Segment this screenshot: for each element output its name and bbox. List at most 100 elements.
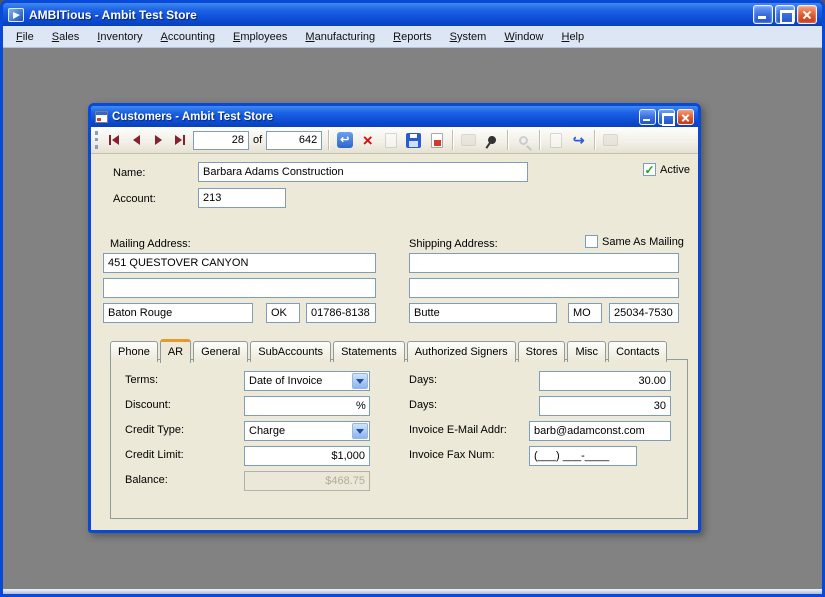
ar-tab-panel: Terms: Date of Invoice Discount: % Credi… xyxy=(110,359,688,519)
customers-window: Customers - Ambit Test Store of ↩ × xyxy=(88,103,701,533)
days-discount-label: Days: xyxy=(409,399,438,411)
record-total-input[interactable] xyxy=(266,130,323,150)
mailing-address-line2-input[interactable] xyxy=(103,278,376,298)
tab-authorized-signers[interactable]: Authorized Signers xyxy=(406,341,516,362)
name-input[interactable] xyxy=(198,162,528,182)
shipping-city-input[interactable] xyxy=(409,303,557,323)
shipping-zip-input[interactable] xyxy=(609,303,679,323)
customers-close-icon[interactable] xyxy=(677,108,694,125)
toolbar-separator xyxy=(328,130,330,150)
chevron-down-icon[interactable] xyxy=(352,373,368,389)
shipping-state-input[interactable] xyxy=(568,303,602,323)
mailing-zip-input[interactable] xyxy=(306,303,376,323)
balance-input xyxy=(244,471,370,491)
record-toolbar: of ↩ × ↪ xyxy=(91,127,698,154)
discount-percent-suffix: % xyxy=(356,400,366,412)
terms-combobox[interactable]: Date of Invoice xyxy=(244,371,370,391)
save-icon[interactable] xyxy=(403,130,424,151)
tab-ar[interactable]: AR xyxy=(159,339,192,363)
attachment-icon[interactable] xyxy=(600,130,621,151)
delete-icon[interactable]: × xyxy=(357,130,378,151)
bottom-strip xyxy=(3,589,822,594)
days-terms-label: Days: xyxy=(409,374,438,386)
tab-misc[interactable]: Misc xyxy=(567,341,607,362)
credit-type-value: Charge xyxy=(249,425,286,437)
account-input[interactable] xyxy=(198,188,286,208)
discount-label: Discount: xyxy=(125,399,171,411)
goto-icon[interactable]: ↪ xyxy=(568,130,589,151)
credit-type-combobox[interactable]: Charge xyxy=(244,421,370,441)
shipping-address-label: Shipping Address: xyxy=(409,238,498,250)
menu-system[interactable]: System xyxy=(441,27,496,47)
days-terms-input[interactable] xyxy=(539,371,671,391)
account-label: Account: xyxy=(113,193,156,205)
menu-inventory[interactable]: Inventory xyxy=(88,27,151,47)
tab-subaccounts[interactable]: SubAccounts xyxy=(250,341,332,362)
tab-statements[interactable]: Statements xyxy=(333,341,405,362)
menu-sales[interactable]: Sales xyxy=(43,27,89,47)
maximize-icon[interactable] xyxy=(775,5,795,24)
menu-manufacturing[interactable]: Manufacturing xyxy=(296,27,384,47)
menu-accounting[interactable]: Accounting xyxy=(152,27,224,47)
report-icon[interactable] xyxy=(545,130,566,151)
tab-strip: Phone AR General SubAccounts Statements … xyxy=(110,337,669,363)
main-window-title: AMBITious - Ambit Test Store xyxy=(29,7,197,22)
close-icon[interactable] xyxy=(797,5,817,24)
active-label: Active xyxy=(660,163,690,176)
menu-file[interactable]: File xyxy=(7,27,43,47)
chevron-down-icon[interactable] xyxy=(352,423,368,439)
menu-window[interactable]: Window xyxy=(495,27,552,47)
terms-label: Terms: xyxy=(125,374,158,386)
next-record-icon[interactable] xyxy=(147,130,169,150)
refresh-icon[interactable]: ↩ xyxy=(334,130,355,151)
customers-form: Name: ✓ Active Account: Mailing Address:… xyxy=(91,154,698,530)
record-position-input[interactable] xyxy=(193,130,249,150)
name-label: Name: xyxy=(113,167,146,179)
minimize-icon[interactable] xyxy=(753,5,773,24)
credit-limit-label: Credit Limit: xyxy=(125,449,184,461)
customers-minimize-icon[interactable] xyxy=(639,108,656,125)
customers-titlebar: Customers - Ambit Test Store xyxy=(91,106,698,127)
customers-window-title: Customers - Ambit Test Store xyxy=(112,110,274,123)
record-of-label: of xyxy=(253,134,263,146)
void-record-icon[interactable] xyxy=(426,130,447,151)
app-icon xyxy=(8,7,24,22)
search-icon[interactable] xyxy=(513,130,534,151)
tab-stores[interactable]: Stores xyxy=(517,341,566,362)
same-as-mailing-checkbox[interactable]: Same As Mailing xyxy=(585,235,684,248)
tab-contacts[interactable]: Contacts xyxy=(608,341,668,362)
discount-input[interactable] xyxy=(244,396,370,416)
tab-general[interactable]: General xyxy=(193,341,249,362)
customers-maximize-icon[interactable] xyxy=(658,108,675,126)
active-checkbox[interactable]: ✓ Active xyxy=(643,163,690,176)
shipping-address-line1-input[interactable] xyxy=(409,253,679,273)
pushpin-icon[interactable] xyxy=(481,130,502,151)
previous-record-icon[interactable] xyxy=(125,130,147,150)
main-titlebar: AMBITious - Ambit Test Store xyxy=(3,3,822,26)
balance-label: Balance: xyxy=(125,474,168,486)
mailing-city-input[interactable] xyxy=(103,303,253,323)
credit-limit-input[interactable] xyxy=(244,446,370,466)
toolbar-separator xyxy=(507,130,509,150)
terms-value: Date of Invoice xyxy=(249,375,323,387)
days-discount-input[interactable] xyxy=(539,396,671,416)
toolbar-separator xyxy=(594,130,596,150)
print-icon[interactable] xyxy=(458,130,479,151)
toolbar-grip[interactable] xyxy=(95,131,99,149)
tab-phone[interactable]: Phone xyxy=(110,341,158,362)
invoice-fax-input[interactable] xyxy=(529,446,637,466)
new-record-icon[interactable] xyxy=(380,130,401,151)
last-record-icon[interactable] xyxy=(169,130,191,150)
credit-type-label: Credit Type: xyxy=(125,424,185,436)
checkbox-checked-icon: ✓ xyxy=(643,162,656,177)
menu-help[interactable]: Help xyxy=(552,27,593,47)
mailing-address-line1-input[interactable] xyxy=(103,253,376,273)
menubar: File Sales Inventory Accounting Employee… xyxy=(3,26,822,48)
shipping-address-line2-input[interactable] xyxy=(409,278,679,298)
mailing-state-input[interactable] xyxy=(266,303,300,323)
same-as-mailing-label: Same As Mailing xyxy=(602,235,684,248)
first-record-icon[interactable] xyxy=(103,130,125,150)
invoice-email-input[interactable] xyxy=(529,421,671,441)
menu-reports[interactable]: Reports xyxy=(384,27,441,47)
menu-employees[interactable]: Employees xyxy=(224,27,296,47)
